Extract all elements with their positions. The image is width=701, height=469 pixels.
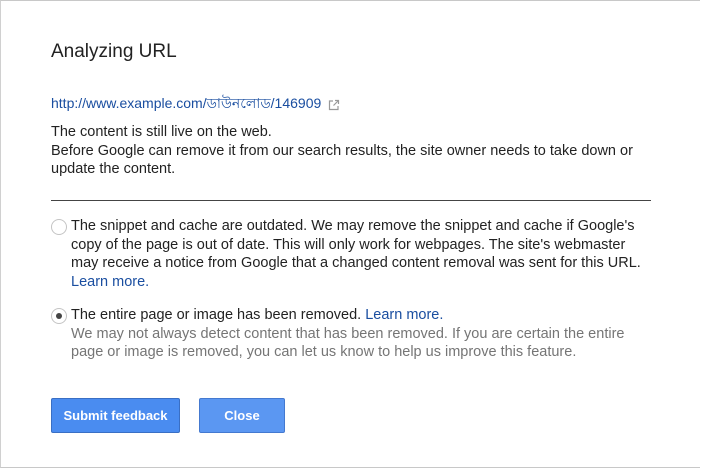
option-outdated-snippet-description: The snippet and cache are outdated. We m… (71, 218, 641, 271)
option-page-removed[interactable]: The entire page or image has been remove… (51, 306, 651, 362)
close-button[interactable]: Close (199, 398, 285, 433)
learn-more-link-removed[interactable]: Learn more. (365, 307, 443, 323)
option-page-removed-subtext: We may not always detect content that ha… (71, 325, 625, 361)
radio-page-removed[interactable] (51, 308, 67, 324)
divider (51, 200, 651, 201)
analyzed-url-link[interactable]: http://www.example.com/ডাউনলোড/146909 (51, 92, 321, 116)
option-page-removed-description: The entire page or image has been remove… (71, 307, 362, 323)
option-outdated-snippet[interactable]: The snippet and cache are outdated. We m… (51, 217, 651, 291)
radio-selected-dot (56, 313, 62, 319)
status-message: The content is still live on the web. Be… (51, 123, 641, 179)
option-page-removed-text: The entire page or image has been remove… (71, 306, 651, 362)
status-line-live: The content is still live on the web. (51, 124, 272, 140)
status-line-instructions: Before Google can remove it from our sea… (51, 142, 633, 178)
analyzing-url-dialog: Analyzing URL http://www.example.com/ডাউ… (0, 0, 700, 468)
dialog-title: Analyzing URL (51, 41, 177, 62)
external-link-icon[interactable] (328, 98, 340, 111)
learn-more-link-outdated[interactable]: Learn more. (71, 274, 149, 290)
radio-outdated-snippet[interactable] (51, 219, 67, 235)
url-row: http://www.example.com/ডাউনলোড/146909 (51, 92, 340, 116)
option-outdated-snippet-text: The snippet and cache are outdated. We m… (71, 217, 651, 291)
submit-feedback-button[interactable]: Submit feedback (51, 398, 180, 433)
